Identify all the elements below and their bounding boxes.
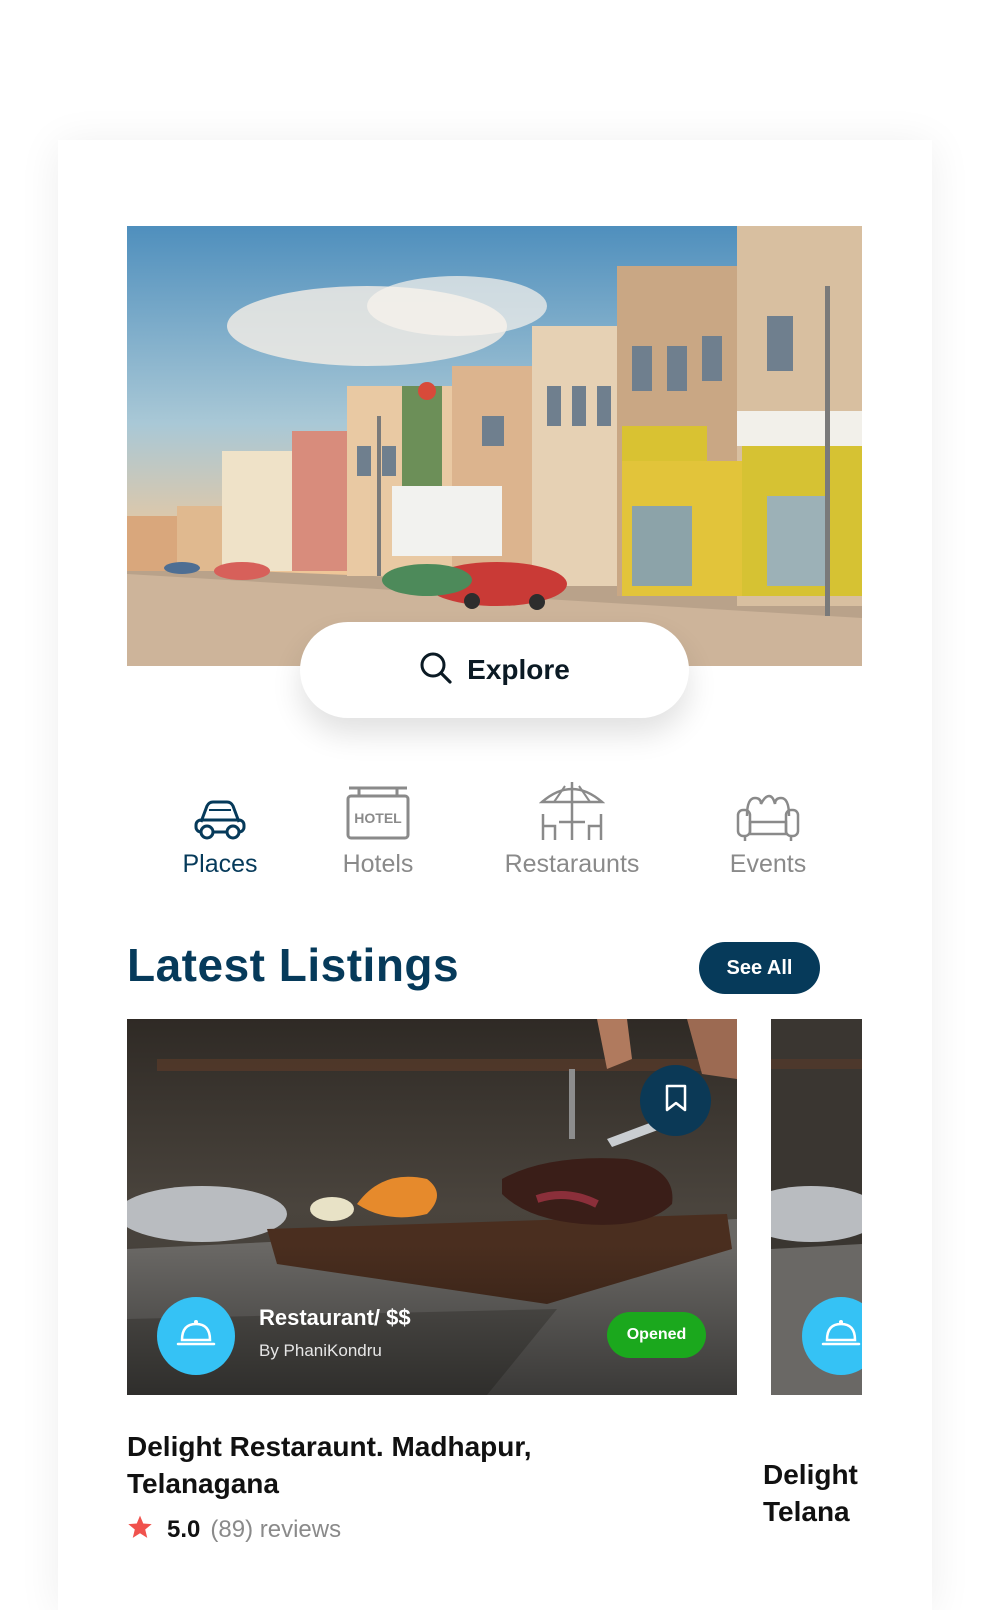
explore-search-button[interactable]: Explore bbox=[300, 622, 689, 718]
section-title: Latest Listings bbox=[127, 939, 460, 991]
star-icon bbox=[127, 1514, 153, 1545]
bookmark-button[interactable] bbox=[640, 1065, 711, 1136]
rating-value: 5.0 bbox=[167, 1515, 201, 1543]
hero-image bbox=[127, 226, 862, 666]
card-edge-mask bbox=[862, 1019, 932, 1419]
car-icon bbox=[193, 778, 247, 842]
review-count[interactable]: (89) reviews bbox=[210, 1516, 341, 1544]
cloche-icon bbox=[176, 1318, 216, 1355]
category-hotels[interactable]: HOTEL Hotels bbox=[328, 778, 428, 879]
search-icon bbox=[419, 651, 453, 690]
listing-title-line: Delight bbox=[763, 1459, 858, 1490]
category-label: Events bbox=[729, 850, 807, 878]
listing-category: Restaurant/ $$ bbox=[259, 1305, 411, 1330]
category-restaraunts[interactable]: Restaraunts bbox=[492, 778, 652, 879]
listing-title-line: Telana bbox=[763, 1496, 850, 1527]
restaurant-category-badge bbox=[157, 1297, 235, 1375]
category-label: Places bbox=[182, 850, 258, 878]
explore-label: Explore bbox=[467, 654, 570, 685]
status-badge: Opened bbox=[607, 1312, 706, 1358]
sofa-icon bbox=[735, 778, 801, 842]
outdoor-table-umbrella-icon bbox=[539, 778, 605, 842]
svg-text:HOTEL: HOTEL bbox=[354, 810, 402, 826]
listing-author: By PhaniKondru bbox=[259, 1341, 382, 1360]
listing-title[interactable]: Delight Restaraunt. Madhapur, Telanagana bbox=[127, 1428, 687, 1502]
listing-title[interactable]: Delight Telana bbox=[763, 1456, 873, 1530]
category-label: Hotels bbox=[342, 850, 414, 878]
category-events[interactable]: Events bbox=[718, 778, 818, 879]
category-places[interactable]: Places bbox=[168, 778, 272, 879]
see-all-button[interactable]: See All bbox=[699, 942, 820, 994]
hotel-sign-icon: HOTEL bbox=[345, 778, 411, 842]
cloche-icon bbox=[821, 1318, 861, 1355]
rating-row: 5.0 (89) reviews bbox=[127, 1514, 341, 1545]
bookmark-icon bbox=[665, 1084, 687, 1117]
category-label: Restaraunts bbox=[504, 850, 640, 878]
